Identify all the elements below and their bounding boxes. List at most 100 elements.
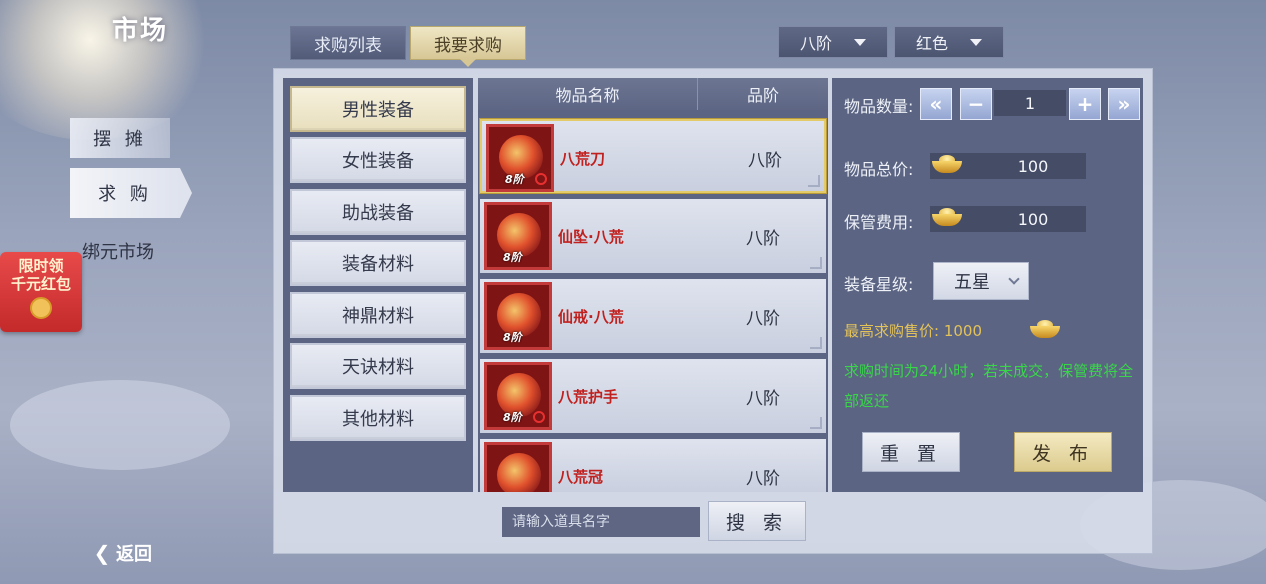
sidebar-item-stall[interactable]: 摆 摊 [70,118,170,158]
corner-decoration [808,175,820,187]
buy-request-notice: 求购时间为24小时，若未成交，保管费将全部返还 [844,362,1134,410]
star-level-value: 五星 [954,272,990,293]
grade-dropdown-value: 八阶 [799,34,832,53]
tab-label: 求购列表 [314,35,382,56]
storage-fee-field: 100 [930,206,1086,232]
caret-down-icon [970,38,982,46]
sidebar-item-buy-request[interactable]: 求 购 [70,168,192,218]
storage-fee-label: 保管费用: [844,213,914,232]
quantity-field[interactable]: 1 [994,90,1066,116]
back-button[interactable]: ❮ 返回 [88,540,152,566]
untradable-icon [535,173,547,185]
column-header-grade: 品阶 [746,86,779,105]
color-dropdown[interactable]: 红色 [894,26,1004,58]
search-button[interactable]: 搜 索 [708,501,806,541]
chevron-down-icon [1008,273,1020,285]
item-list-header: 物品名称 品阶 [478,78,828,110]
gold-ingot-icon [932,155,962,175]
storage-fee-value: 100 [1017,209,1049,229]
total-price-field: 100 [930,153,1086,179]
grade-badge: 8阶 [503,251,522,264]
grade-badge: 8阶 [505,173,524,186]
corner-decoration [810,257,822,269]
category-female-equipment[interactable]: 女性装备 [290,137,466,183]
quantity-label: 物品数量: [844,97,914,116]
category-label: 助战装备 [342,203,414,224]
promo-line: 千元红包 [10,275,71,293]
sidebar-item-label: 绑元市场 [82,242,154,263]
grade-badge: 8阶 [503,331,522,344]
list-item[interactable]: 8阶 八荒护手 八阶 [480,359,826,433]
coin-icon [30,297,52,319]
sidebar-item-label: 求 购 [98,184,152,205]
category-skill-materials[interactable]: 天诀材料 [290,343,466,389]
quantity-increase-button[interactable]: + [1069,88,1101,120]
category-assist-equipment[interactable]: 助战装备 [290,189,466,235]
list-item[interactable]: 8阶 八荒刀 八阶 [480,119,826,193]
gold-ingot-icon [932,208,962,228]
caret-down-icon [854,38,866,46]
category-label: 天诀材料 [342,357,414,378]
plus-icon: + [1076,92,1094,116]
list-item[interactable]: 八荒冠 八阶 [480,439,826,492]
search-input[interactable] [502,507,700,537]
quantity-max-button[interactable]: » [1108,88,1140,120]
category-label: 男性装备 [342,100,414,121]
category-label: 女性装备 [342,151,414,172]
ring-icon: 8阶 [484,282,552,350]
item-art [497,453,541,492]
item-grade: 八阶 [746,308,780,329]
sidebar-item-label: 摆 摊 [93,129,147,150]
item-grade: 八阶 [746,388,780,409]
double-left-icon: « [929,92,943,116]
column-header-name: 物品名称 [478,78,698,110]
category-equipment-materials[interactable]: 装备材料 [290,240,466,286]
max-buy-price: 最高求购售价: 1000 [844,322,982,340]
reset-button[interactable]: 重 置 [862,432,960,472]
category-cauldron-materials[interactable]: 神鼎材料 [290,292,466,338]
blade-icon: 8阶 [486,124,554,192]
quantity-min-button[interactable]: « [920,88,952,120]
corner-decoration [810,417,822,429]
list-item[interactable]: 8阶 仙坠·八荒 八阶 [480,199,826,273]
quantity-decrease-button[interactable]: − [960,88,992,120]
star-level-select[interactable]: 五星 [933,262,1029,300]
category-label: 装备材料 [342,254,414,275]
item-name: 八荒刀 [560,149,606,168]
grade-badge: 8阶 [503,411,522,424]
pendant-icon: 8阶 [484,202,552,270]
sidebar-item-bound-market[interactable]: 绑元市场 [70,231,190,271]
grade-dropdown[interactable]: 八阶 [778,26,888,58]
tab-buy-list[interactable]: 求购列表 [290,26,406,60]
promo-line: 限时领 [18,257,64,275]
item-grade: 八阶 [746,228,780,249]
publish-button[interactable]: 发 布 [1014,432,1112,472]
minus-icon: − [967,92,985,116]
crown-icon [484,442,552,492]
tab-label: 我要求购 [434,35,502,56]
list-item[interactable]: 8阶 仙戒·八荒 八阶 [480,279,826,353]
untradable-icon [533,411,545,423]
item-name: 仙坠·八荒 [558,227,624,246]
category-male-equipment[interactable]: 男性装备 [290,86,466,132]
red-packet-promo[interactable]: 限时领 千元红包 [0,252,82,332]
item-name: 八荒冠 [558,467,604,486]
gauntlet-icon: 8阶 [484,362,552,430]
item-name: 八荒护手 [558,387,619,406]
page-title: 市场 [112,16,169,46]
category-other-materials[interactable]: 其他材料 [290,395,466,441]
back-label: 返回 [116,544,152,565]
corner-decoration [810,337,822,349]
item-grade: 八阶 [746,468,780,489]
gold-ingot-icon [1030,320,1060,340]
tab-post-buy-request[interactable]: 我要求购 [410,26,526,60]
color-dropdown-value: 红色 [915,34,948,53]
category-label: 神鼎材料 [342,306,414,327]
double-right-icon: » [1117,92,1131,116]
total-price-value: 100 [1017,156,1049,176]
category-label: 其他材料 [342,409,414,430]
star-level-label: 装备星级: [844,275,914,294]
back-arrow-icon: ❮ [93,541,111,565]
item-name: 仙戒·八荒 [558,307,624,326]
total-price-label: 物品总价: [844,160,914,179]
